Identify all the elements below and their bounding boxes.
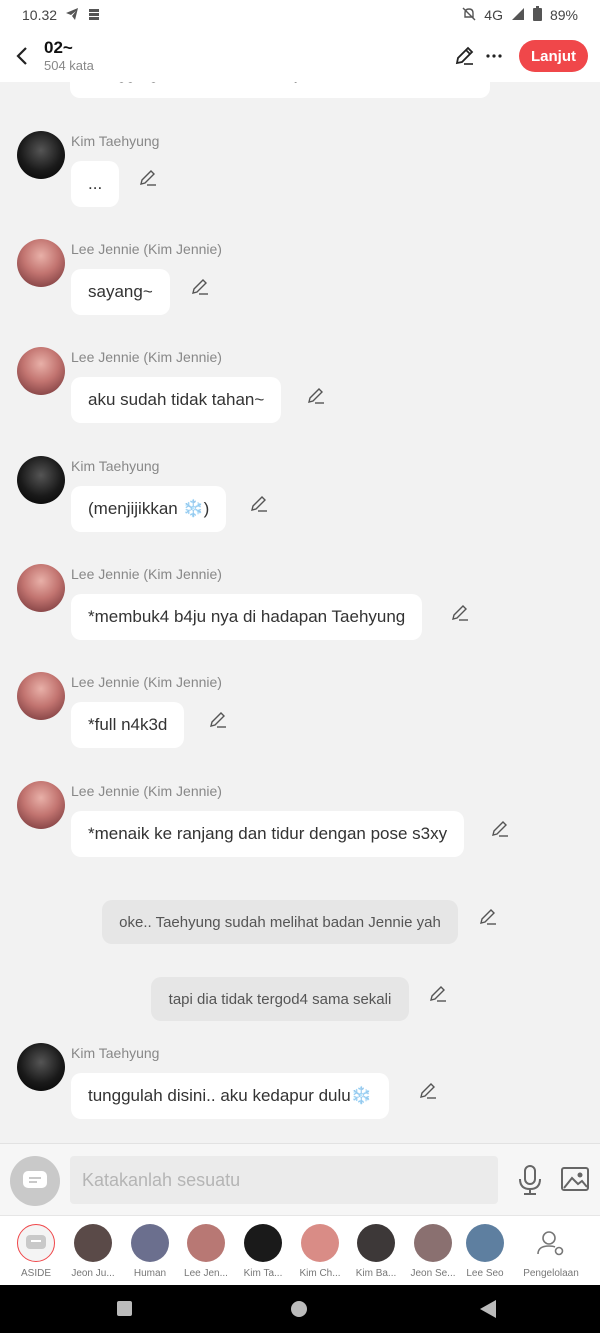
character-name: Kim Ch... (299, 1268, 341, 1279)
narration-bubble[interactable]: oke.. Taehyung sudah melihat badan Jenni… (102, 900, 458, 944)
sender-name: Lee Jennie (Kim Jennie) (71, 783, 222, 799)
chat-header: 02~ 504 kata Lanjut (0, 30, 600, 82)
character-tab[interactable]: Lee Jen... (177, 1224, 235, 1279)
edit-message-icon[interactable] (190, 276, 210, 296)
avatar (244, 1224, 282, 1262)
character-name: Pengelolaan (523, 1268, 579, 1279)
avatar (131, 1224, 169, 1262)
message-bubble[interactable]: sayang~ (71, 269, 170, 315)
pencil-icon (455, 46, 474, 65)
telegram-icon (65, 7, 79, 24)
message-bubble[interactable]: *membuk4 b4ju nya di hadapan Taehyung (71, 594, 423, 640)
edit-message-icon[interactable] (450, 602, 470, 622)
avatar (357, 1224, 395, 1262)
title-block: 02~ 504 kata (44, 38, 449, 74)
chat-bubble-icon (23, 1171, 47, 1188)
home-icon[interactable] (291, 1301, 307, 1317)
avatar[interactable] (17, 672, 65, 720)
character-name: Lee Seo (466, 1268, 504, 1279)
character-tab[interactable]: Jeon Se... (404, 1224, 462, 1279)
edit-narration-icon[interactable] (428, 983, 448, 1003)
edit-message-icon[interactable] (138, 167, 158, 187)
sender-name: Lee Jennie (Kim Jennie) (71, 241, 222, 257)
character-tab-aside[interactable]: ASIDE (7, 1224, 65, 1279)
avatar (414, 1224, 452, 1262)
chat-mode-button[interactable] (10, 1156, 60, 1206)
avatar[interactable] (17, 781, 65, 829)
battery-icon (532, 6, 542, 24)
sender-name: Lee Jennie (Kim Jennie) (71, 349, 222, 365)
message-bubble[interactable]: *full n4k3d (71, 702, 185, 748)
avatar (74, 1224, 112, 1262)
edit-message-icon[interactable] (306, 385, 326, 405)
message-bubble[interactable]: *menaik ke ranjang dan tidur dengan pose… (71, 811, 465, 857)
recent-apps-icon[interactable] (117, 1301, 132, 1316)
character-tab[interactable]: Jeon Ju... (64, 1224, 122, 1279)
continue-button[interactable]: Lanjut (519, 40, 588, 72)
status-time: 10.32 (22, 7, 58, 23)
avatar[interactable] (17, 347, 65, 395)
avatar[interactable] (17, 456, 65, 504)
character-tab[interactable]: Kim Ta... (234, 1224, 292, 1279)
edit-message-icon[interactable] (418, 1080, 438, 1100)
sender-name: Kim Taehyung (71, 133, 160, 149)
word-count: 504 kata (44, 58, 94, 73)
sender-name: Kim Taehyung (71, 1045, 160, 1061)
narration-bubble[interactable]: tapi dia tidak tergod4 sama sekali (151, 977, 409, 1021)
character-name: Kim Ba... (355, 1268, 397, 1279)
avatar[interactable] (17, 131, 65, 179)
edit-message-icon[interactable] (208, 709, 228, 729)
edit-title-button[interactable] (449, 36, 479, 76)
signal-icon (511, 7, 525, 24)
character-name: Human (133, 1268, 167, 1279)
page-title: 02~ (44, 38, 73, 57)
character-tab[interactable]: Human (121, 1224, 179, 1279)
message-bubble[interactable]: aku sudah tidak tahan~ (71, 377, 282, 423)
back-button[interactable] (0, 30, 44, 82)
message-bubble[interactable]: ... (71, 161, 120, 207)
storage-icon (87, 7, 101, 24)
edit-message-icon[interactable] (249, 493, 269, 513)
character-name: Kim Ta... (243, 1268, 283, 1279)
aside-icon (17, 1224, 55, 1262)
back-triangle-icon[interactable] (480, 1300, 496, 1318)
character-tab[interactable]: Kim Ba... (347, 1224, 405, 1279)
avatar (466, 1224, 504, 1262)
status-bar: 10.32 4G 89% (0, 0, 600, 30)
message-bubble-partial: mengg r g r k b4b4h bawah nya sedikit (70, 82, 490, 98)
avatar (187, 1224, 225, 1262)
system-nav-bar (0, 1285, 600, 1333)
edit-message-icon[interactable] (490, 818, 510, 838)
avatar[interactable] (17, 1043, 65, 1091)
sender-name: Kim Taehyung (71, 458, 160, 474)
character-tab[interactable]: Lee Seo (456, 1224, 514, 1279)
battery-level: 89% (549, 7, 578, 23)
image-icon[interactable] (560, 1164, 590, 1194)
character-tab[interactable]: Kim Ch... (291, 1224, 349, 1279)
avatar[interactable] (17, 564, 65, 612)
sender-name: Lee Jennie (Kim Jennie) (71, 566, 222, 582)
edit-narration-icon[interactable] (478, 906, 498, 926)
message-bubble[interactable]: tunggulah disini.. aku kedapur dulu❄️ (71, 1073, 389, 1119)
character-name: Lee Jen... (184, 1268, 228, 1279)
user-settings-icon (532, 1224, 570, 1262)
character-tabs: ASIDE Jeon Ju... Human Lee Jen... Kim Ta… (0, 1215, 600, 1285)
manage-characters-tab[interactable]: Pengelolaan (516, 1224, 586, 1279)
more-button[interactable] (479, 36, 509, 76)
message-input[interactable] (70, 1156, 498, 1204)
mute-icon (462, 7, 476, 24)
character-name: Jeon Ju... (71, 1268, 115, 1279)
avatar[interactable] (17, 239, 65, 287)
character-name: ASIDE (20, 1268, 51, 1279)
message-bubble[interactable]: (menjijikkan ❄️) (71, 486, 227, 532)
more-dots-icon (486, 54, 502, 58)
character-name: Jeon Se... (410, 1268, 456, 1279)
network-type: 4G (484, 7, 503, 23)
microphone-icon[interactable] (516, 1164, 544, 1196)
chat-area[interactable]: mengg r g r k b4b4h bawah nya sedikit Ki… (0, 82, 600, 1143)
chevron-left-icon (16, 47, 27, 65)
input-bar (0, 1143, 600, 1215)
sender-name: Lee Jennie (Kim Jennie) (71, 674, 222, 690)
avatar (301, 1224, 339, 1262)
